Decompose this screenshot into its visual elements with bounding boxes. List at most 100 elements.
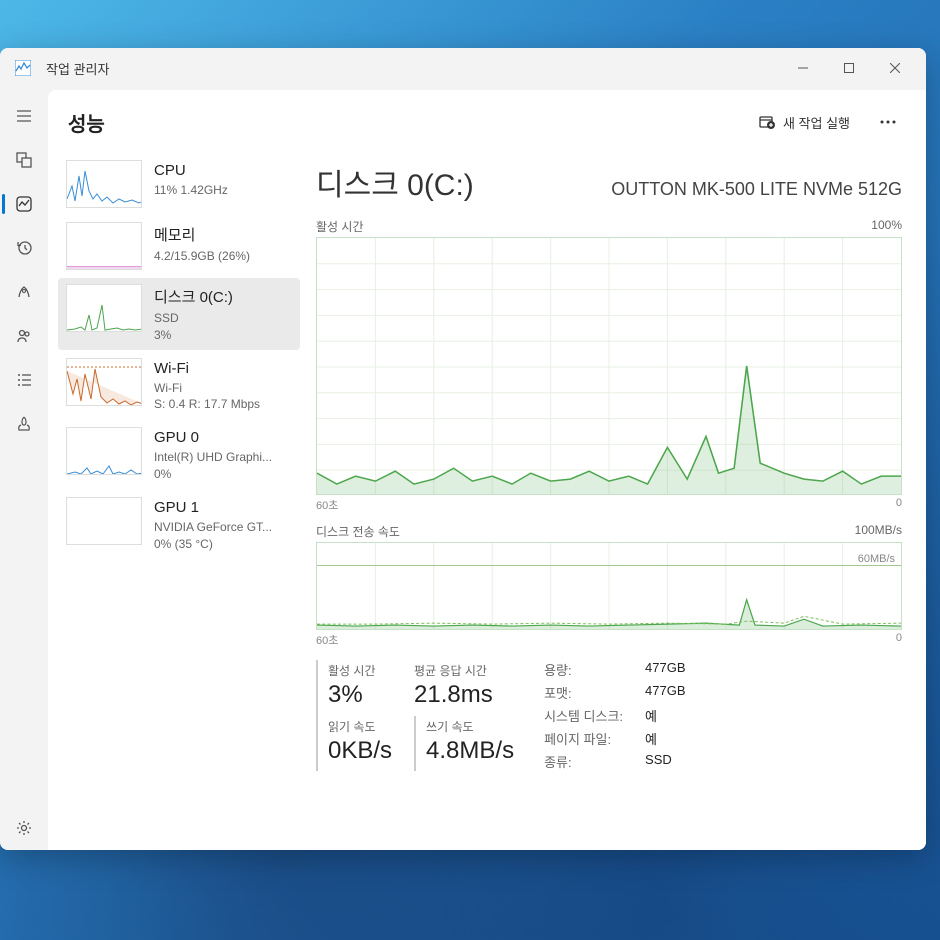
stats-left: 활성 시간 3% 평균 응답 시간 21.8ms 읽기 속도 0KB/s [316, 660, 514, 771]
perf-sub2: S: 0.4 R: 17.7 Mbps [154, 396, 292, 413]
perf-sub2: 0% (35 °C) [154, 536, 292, 553]
cpu-thumbnail [66, 160, 142, 208]
panes: CPU 11% 1.42GHz 메모리 4.2/15.9GB (26%) [48, 150, 926, 850]
services-icon[interactable] [0, 402, 48, 446]
stats-right: 용량: 477GB 포맷: 477GB 시스템 디스크: 예 페이지 파일: 예… [544, 660, 685, 771]
users-icon[interactable] [0, 314, 48, 358]
close-button[interactable] [872, 52, 918, 84]
chart2-time-right: 0 [896, 632, 902, 648]
prop-value: 예 [645, 729, 685, 748]
prop-value: 예 [645, 706, 685, 725]
chart1-label: 활성 시간 [316, 218, 364, 235]
startup-icon[interactable] [0, 270, 48, 314]
settings-icon[interactable] [0, 806, 48, 850]
perf-item-cpu[interactable]: CPU 11% 1.42GHz [58, 154, 300, 214]
detail-pane: 디스크 0(C:) OUTTON MK-500 LITE NVMe 512G 활… [306, 150, 926, 850]
perf-sub: SSD [154, 310, 292, 327]
new-task-icon [759, 114, 775, 130]
perf-item-wifi[interactable]: Wi-Fi Wi-Fi S: 0.4 R: 17.7 Mbps [58, 352, 300, 420]
chart2-time: 60초 0 [316, 632, 902, 648]
perf-name: GPU 0 [154, 429, 292, 446]
transfer-speed-chart: 60MB/s [316, 542, 902, 630]
wifi-thumbnail [66, 358, 142, 406]
app-title: 작업 관리자 [46, 59, 780, 78]
perf-item-gpu0[interactable]: GPU 0 Intel(R) UHD Graphi... 0% [58, 421, 300, 489]
app-icon [14, 59, 32, 77]
detail-title: 디스크 0(C:) [316, 160, 474, 204]
disk-thumbnail [66, 284, 142, 332]
stat-label: 쓰기 속도 [426, 718, 514, 735]
content-area: 성능 새 작업 실행 CPU 11% 1.42GHz [48, 90, 926, 850]
stat-write-speed: 쓰기 속도 4.8MB/s [414, 716, 514, 772]
prop-label: 용량: [544, 660, 623, 679]
maximize-button[interactable] [826, 52, 872, 84]
perf-name: Wi-Fi [154, 360, 292, 377]
perf-name: 디스크 0(C:) [154, 286, 292, 307]
left-nav [0, 88, 48, 850]
chart1-time-left: 60초 [316, 497, 338, 513]
stat-value: 4.8MB/s [426, 737, 514, 765]
perf-item-memory[interactable]: 메모리 4.2/15.9GB (26%) [58, 216, 300, 276]
perf-sub2: 3% [154, 327, 292, 344]
chart1-label-row: 활성 시간 100% [316, 218, 902, 235]
prop-value: 477GB [645, 660, 685, 679]
stat-value: 21.8ms [414, 681, 514, 709]
stat-label: 읽기 속도 [328, 718, 392, 735]
gpu0-thumbnail [66, 427, 142, 475]
chart2-max: 100MB/s [855, 523, 902, 540]
detail-header: 디스크 0(C:) OUTTON MK-500 LITE NVMe 512G [316, 160, 902, 204]
prop-value: 477GB [645, 683, 685, 702]
new-task-label: 새 작업 실행 [783, 113, 850, 132]
memory-thumbnail [66, 222, 142, 270]
stat-value: 3% [328, 681, 392, 709]
performance-icon[interactable] [0, 182, 48, 226]
perf-item-gpu1[interactable]: GPU 1 NVIDIA GeForce GT... 0% (35 °C) [58, 491, 300, 559]
new-task-button[interactable]: 새 작업 실행 [747, 107, 862, 138]
perf-sub2: 0% [154, 466, 292, 483]
stat-label: 활성 시간 [328, 662, 392, 679]
perf-name: 메모리 [154, 224, 292, 245]
page-title: 성능 [68, 108, 747, 137]
prop-label: 종류: [544, 752, 623, 771]
performance-sidebar: CPU 11% 1.42GHz 메모리 4.2/15.9GB (26%) [48, 150, 306, 850]
stat-read-speed: 읽기 속도 0KB/s [316, 716, 392, 772]
stat-value: 0KB/s [328, 737, 392, 765]
chart2-time-left: 60초 [316, 632, 338, 648]
perf-sub: 4.2/15.9GB (26%) [154, 248, 292, 265]
perf-name: GPU 1 [154, 499, 292, 516]
perf-sub: Wi-Fi [154, 380, 292, 397]
chart1-max: 100% [871, 218, 902, 235]
chart2-mid-label: 60MB/s [856, 553, 897, 565]
chart2-label-row: 디스크 전송 속도 100MB/s [316, 523, 902, 540]
perf-sub: 11% 1.42GHz [154, 182, 292, 199]
details-icon[interactable] [0, 358, 48, 402]
chart1-time: 60초 0 [316, 497, 902, 513]
prop-label: 시스템 디스크: [544, 706, 623, 725]
stat-avg-response: 평균 응답 시간 21.8ms [414, 660, 514, 716]
chart1-time-right: 0 [896, 497, 902, 513]
page-header: 성능 새 작업 실행 [48, 90, 926, 150]
perf-sub: Intel(R) UHD Graphi... [154, 449, 292, 466]
app-history-icon[interactable] [0, 226, 48, 270]
stat-active-time: 활성 시간 3% [316, 660, 392, 716]
task-manager-window: 작업 관리자 성능 새 작업 실행 [0, 48, 926, 850]
stat-label: 평균 응답 시간 [414, 662, 514, 679]
prop-label: 페이지 파일: [544, 729, 623, 748]
prop-label: 포맷: [544, 683, 623, 702]
window-body: 성능 새 작업 실행 CPU 11% 1.42GHz [0, 88, 926, 850]
window-controls [780, 52, 918, 84]
processes-icon[interactable] [0, 138, 48, 182]
titlebar: 작업 관리자 [0, 48, 926, 88]
detail-model: OUTTON MK-500 LITE NVMe 512G [611, 179, 902, 200]
minimize-button[interactable] [780, 52, 826, 84]
more-button[interactable] [870, 106, 906, 138]
stats-row: 활성 시간 3% 평균 응답 시간 21.8ms 읽기 속도 0KB/s [316, 660, 902, 771]
prop-value: SSD [645, 752, 685, 771]
gpu1-thumbnail [66, 497, 142, 545]
perf-item-disk0[interactable]: 디스크 0(C:) SSD 3% [58, 278, 300, 350]
active-time-chart [316, 237, 902, 495]
chart2-label: 디스크 전송 속도 [316, 523, 400, 540]
perf-sub: NVIDIA GeForce GT... [154, 519, 292, 536]
hamburger-icon[interactable] [0, 94, 48, 138]
perf-name: CPU [154, 162, 292, 179]
